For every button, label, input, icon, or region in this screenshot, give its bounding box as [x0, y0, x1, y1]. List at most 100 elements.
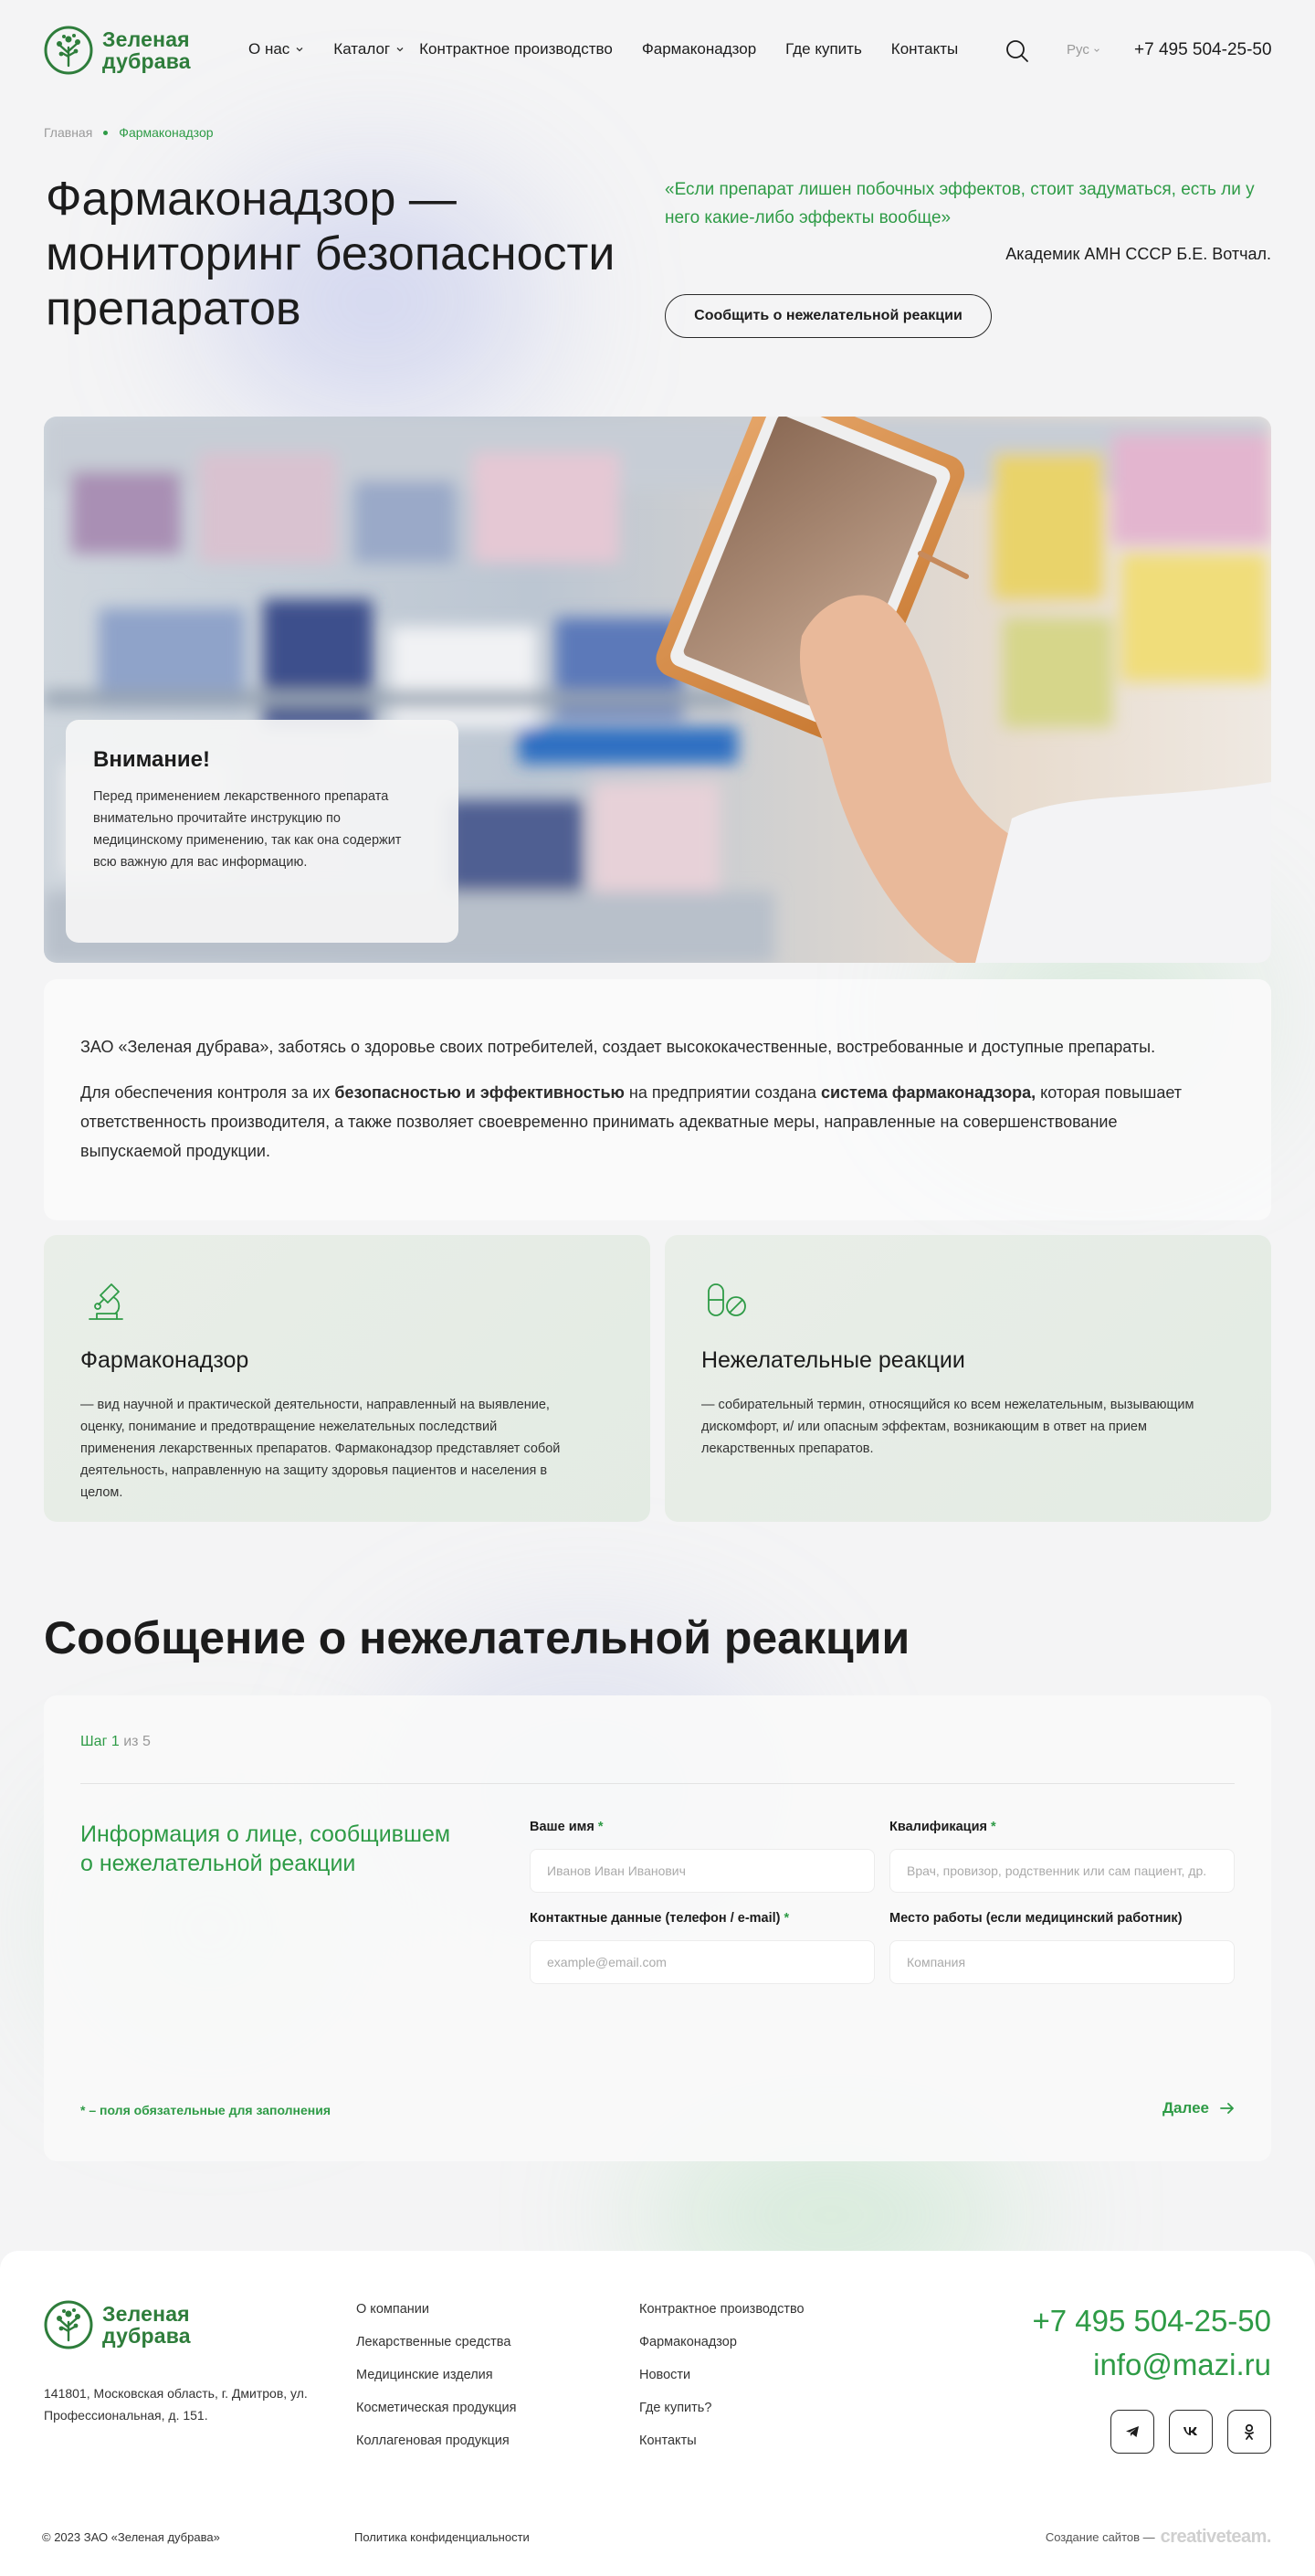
arrow-right-icon — [1220, 2103, 1234, 2114]
logo-text: Зеленая дубрава — [102, 2303, 191, 2347]
hero-quote: «Если препарат лишен побочных эффектов, … — [665, 180, 1255, 227]
nav-label: Контрактное производство — [419, 40, 613, 58]
site-footer: Зеленая дубрава 141801, Московская облас… — [0, 2251, 1315, 2576]
vk-icon — [1184, 2427, 1197, 2435]
logo-text: Зеленая дубрава — [102, 28, 191, 72]
nav-label: Где купить — [785, 40, 862, 58]
vk-button[interactable] — [1169, 2410, 1213, 2454]
credit-brand: creativeteam. — [1160, 2527, 1272, 2547]
logo[interactable]: Зеленая дубрава — [44, 26, 191, 75]
breadcrumb-separator — [103, 130, 109, 135]
footer-link[interactable]: О компании — [356, 2300, 517, 2318]
credit-text: Создание сайтов — — [1045, 2530, 1155, 2544]
step-indicator: Шаг 1 из 5 — [80, 1734, 151, 1750]
nav-label: Фармаконадзор — [641, 40, 757, 58]
step-label: Шаг — [80, 1734, 108, 1749]
search-icon[interactable] — [1005, 38, 1030, 64]
field-label: Контактные данные (телефон / e-mail) * — [530, 1911, 875, 1926]
footer-link[interactable]: Коллагеновая продукция — [356, 2432, 517, 2450]
intro-bold-text: безопасностью и эффективностью — [334, 1083, 625, 1102]
footer-column-2: Контрактное производство Фармаконадзор Н… — [639, 2300, 805, 2450]
required-note: * – поля обязательные для заполнения — [80, 2103, 331, 2117]
nav-item-pharmacovigilance[interactable]: Фармаконадзор — [642, 40, 756, 58]
nav-item-where-to-buy[interactable]: Где купить — [785, 40, 862, 58]
language-label: Рус — [1067, 42, 1089, 58]
footer-link[interactable]: Где купить? — [639, 2399, 805, 2417]
nav-label: Контакты — [890, 40, 959, 58]
footer-phone[interactable]: +7 495 504-25-50 — [1033, 2304, 1271, 2338]
attention-text: Перед применением лекарственного препара… — [93, 789, 402, 870]
social-links — [1110, 2410, 1271, 2454]
logo-line-1: Зеленая — [102, 27, 190, 51]
breadcrumb-current: Фармаконадзор — [119, 125, 214, 140]
intro-paragraph-2: Для обеспечения контроля за их безопасно… — [80, 1078, 1213, 1166]
footer-email[interactable]: info@mazi.ru — [1093, 2348, 1271, 2382]
card-pharmacovigilance: Фармаконадзор — вид научной и практическ… — [44, 1235, 650, 1522]
footer-link[interactable]: Медицинские изделия — [356, 2366, 517, 2384]
footer-link[interactable]: Новости — [639, 2366, 805, 2384]
logo-line-2: дубрава — [102, 49, 191, 73]
main-nav: О нас Каталог Контрактное производство Ф… — [248, 40, 958, 58]
label-text: Контактные данные (телефон / e-mail) — [530, 1911, 781, 1926]
required-mark: * — [784, 1911, 790, 1926]
qualification-input[interactable] — [889, 1849, 1235, 1893]
required-mark: * — [597, 1820, 604, 1834]
microscope-icon — [89, 1283, 123, 1320]
hero-image: Внимание! Перед применением лекарственно… — [44, 417, 1271, 963]
nav-item-catalog[interactable]: Каталог — [333, 40, 405, 58]
next-label: Далее — [1162, 2099, 1209, 2117]
telegram-button[interactable] — [1110, 2410, 1154, 2454]
report-reaction-button[interactable]: Сообщить о нежелательной реакции — [665, 294, 992, 338]
card-title: Фармаконадзор — [80, 1347, 249, 1373]
label-text: Ваше имя — [530, 1820, 594, 1834]
form-heading: Сообщение о нежелательной реакции — [44, 1612, 910, 1663]
footer-link[interactable]: Контакты — [639, 2432, 805, 2450]
form-section-title: Информация о лице, сообщившем о нежелате… — [80, 1821, 451, 1876]
footer-link[interactable]: Фармаконадзор — [639, 2333, 805, 2351]
name-input[interactable] — [530, 1849, 875, 1893]
divider — [80, 1783, 1235, 1784]
footer-link[interactable]: Контрактное производство — [639, 2300, 805, 2318]
language-switcher[interactable]: Рус — [1067, 42, 1100, 58]
footer-logo[interactable]: Зеленая дубрава — [44, 2300, 191, 2349]
nav-item-about[interactable]: О нас — [248, 40, 304, 58]
label-text: Место работы (если медицинский работник) — [889, 1911, 1183, 1926]
contacts-input[interactable] — [530, 1940, 875, 1984]
quote-author: Академик АМН СССР Б.Е. Вотчал. — [1005, 245, 1271, 263]
logo-line-2: дубрава — [102, 2324, 191, 2348]
label-text: Квалификация — [889, 1820, 987, 1834]
qualification-field: Квалификация * — [889, 1820, 1235, 1893]
card-title: Нежелательные реакции — [701, 1347, 965, 1373]
next-button[interactable]: Далее — [1162, 2099, 1235, 2117]
intro-block: ЗАО «Зеленая дубрава», заботясь о здоров… — [44, 979, 1271, 1220]
workplace-input[interactable] — [889, 1940, 1235, 1984]
pills-icon — [708, 1283, 746, 1316]
card-text: — собирательный термин, относящийся ко в… — [701, 1398, 1194, 1456]
footer-address: 141801, Московская область, г. Дмитров, … — [44, 2386, 308, 2423]
copyright: © 2023 ЗАО «Зеленая дубрава» — [42, 2530, 220, 2544]
attention-card: Внимание! Перед применением лекарственно… — [66, 720, 458, 943]
breadcrumb-home[interactable]: Главная — [44, 125, 92, 140]
odnoklassniki-button[interactable] — [1227, 2410, 1271, 2454]
footer-link[interactable]: Лекарственные средства — [356, 2333, 517, 2351]
attention-title: Внимание! — [93, 747, 210, 772]
step-current: 1 — [110, 1734, 120, 1749]
name-field: Ваше имя * — [530, 1820, 875, 1893]
workplace-field: Место работы (если медицинский работник) — [889, 1911, 1235, 1984]
field-label: Место работы (если медицинский работник) — [889, 1911, 1235, 1926]
field-label: Ваше имя * — [530, 1820, 875, 1834]
tree-logo-icon — [44, 26, 93, 75]
page-title: Фармаконадзор — мониторинг безопасности … — [46, 173, 615, 335]
chevron-down-icon — [1094, 48, 1099, 52]
privacy-policy-link[interactable]: Политика конфиденциальности — [354, 2530, 530, 2544]
intro-bold-text: система фармаконадзора, — [820, 1083, 1036, 1102]
tree-logo-icon — [44, 2300, 93, 2349]
required-mark: * — [991, 1820, 996, 1834]
footer-link[interactable]: Косметическая продукция — [356, 2399, 517, 2417]
developer-credit[interactable]: Создание сайтов — creativeteam. — [1045, 2527, 1272, 2548]
header-phone[interactable]: +7 495 504-25-50 — [1134, 40, 1272, 60]
nav-item-contacts[interactable]: Контакты — [891, 40, 958, 58]
adverse-reaction-form: Шаг 1 из 5 Информация о лице, сообщившем… — [44, 1695, 1271, 2161]
nav-label: Каталог — [333, 40, 391, 58]
nav-item-contract[interactable]: Контрактное производство — [419, 40, 613, 58]
